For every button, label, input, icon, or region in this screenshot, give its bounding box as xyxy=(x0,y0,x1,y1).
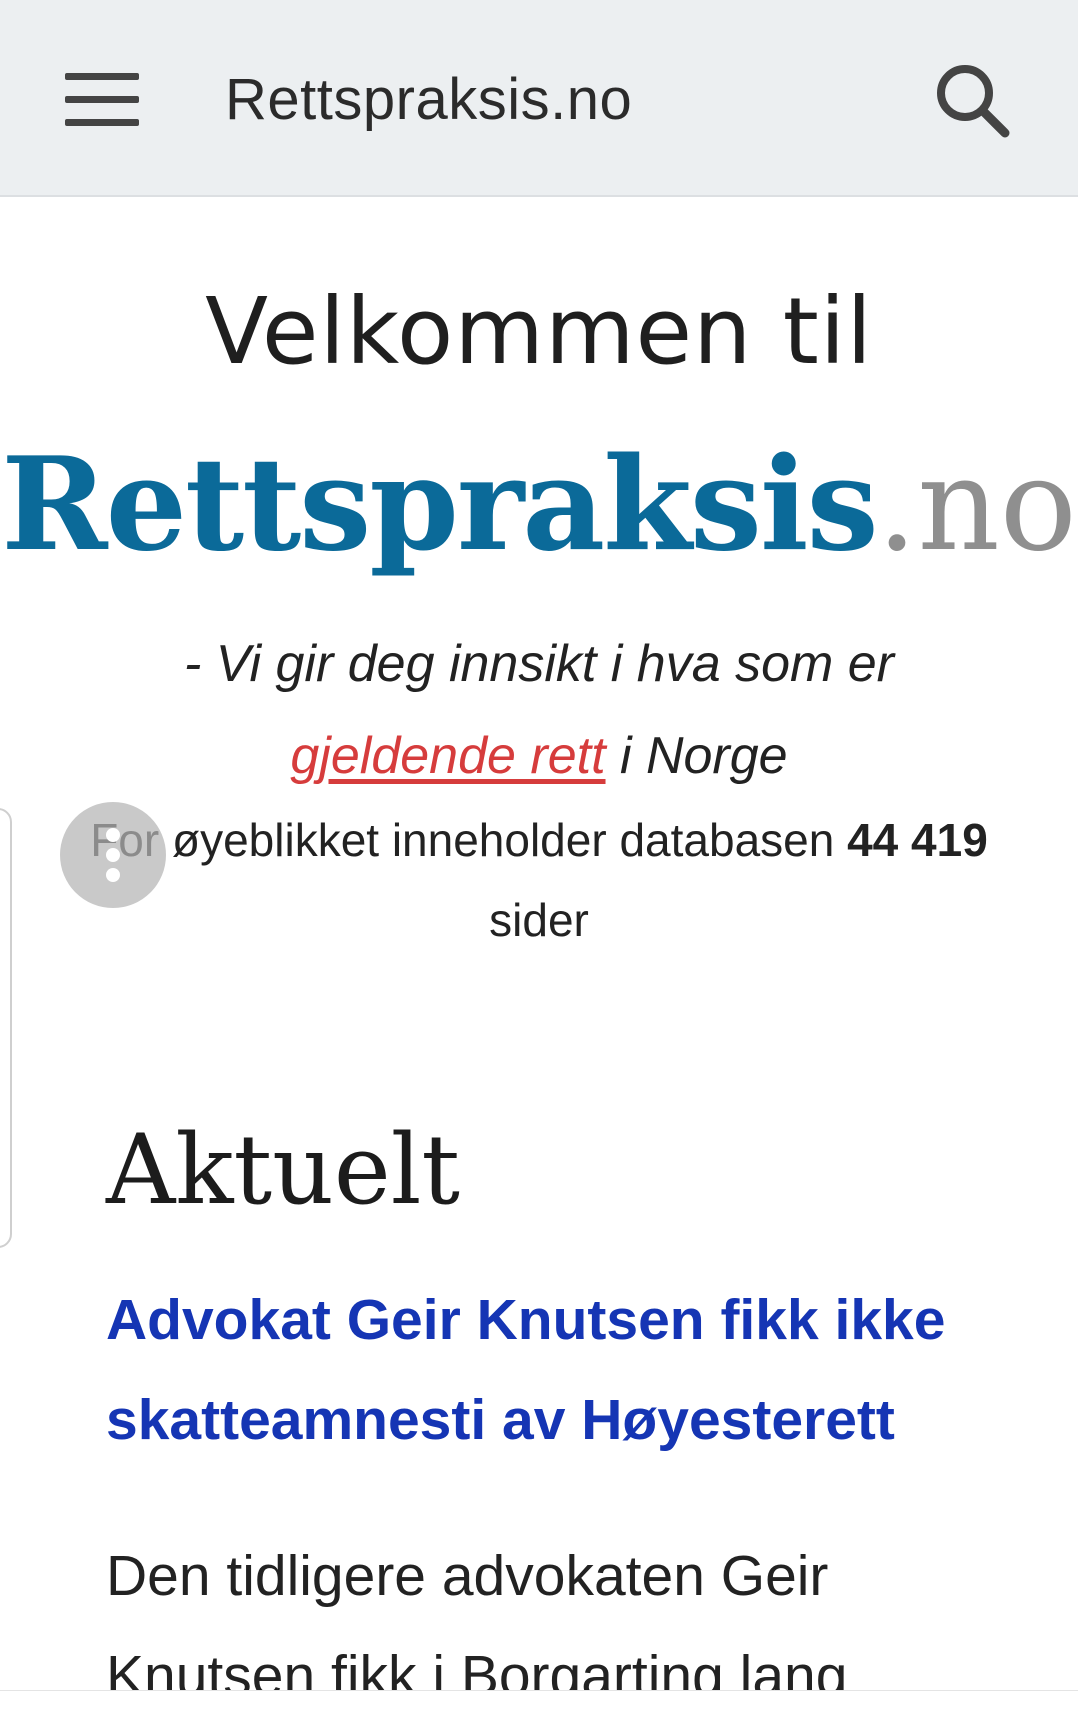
gjeldende-rett-link[interactable]: gjeldende rett xyxy=(290,727,605,785)
database-info: For øyeblikket inneholder databasen 44 4… xyxy=(40,800,1038,960)
menu-button[interactable] xyxy=(52,52,152,148)
db-count: 44 419 xyxy=(847,814,988,866)
article-title-link[interactable]: Advokat Geir Knutsen fikk ikke skatteamn… xyxy=(106,1270,1006,1470)
tagline-suffix: i Norge xyxy=(605,727,788,785)
site-title[interactable]: Rettspraksis.no xyxy=(225,64,632,136)
floating-menu-button[interactable] xyxy=(60,802,166,908)
brand-name: Rettspraksis xyxy=(1,430,878,580)
search-icon xyxy=(937,65,1010,138)
bottom-strip xyxy=(0,1690,1078,1713)
brand-logo: Rettspraksis.no xyxy=(0,430,1078,581)
vertical-dots-icon xyxy=(106,828,120,882)
edge-panel-handle[interactable] xyxy=(0,808,12,1248)
top-app-bar: Rettspraksis.no xyxy=(0,0,1078,197)
tagline: - Vi gir deg innsikt i hva som er gjelde… xyxy=(60,618,1018,802)
search-button[interactable] xyxy=(922,50,1022,150)
section-title-aktuelt: Aktuelt xyxy=(106,1114,460,1226)
tagline-prefix: - Vi gir deg innsikt i hva som er xyxy=(184,635,894,693)
article-excerpt: Den tidligere advokaten Geir Knutsen fik… xyxy=(106,1544,848,1708)
welcome-heading: Velkommen til xyxy=(205,278,873,385)
brand-tld: .no xyxy=(876,431,1077,580)
hamburger-icon xyxy=(65,73,139,126)
db-text-before: For øyeblikket inneholder databasen xyxy=(90,814,848,866)
db-text-after: sider xyxy=(489,894,589,946)
